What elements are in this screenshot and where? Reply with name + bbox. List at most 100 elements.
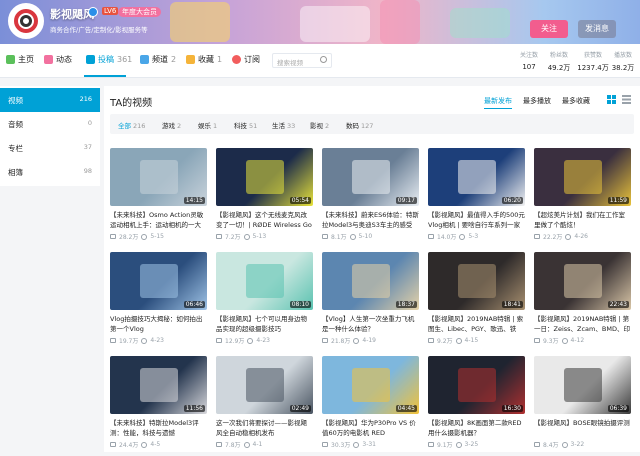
video-title[interactable]: 这一次我们将要探讨——影视飓风全自动稳相机发布 (216, 418, 313, 438)
video-title[interactable]: 【影视飓风】七个可以用身边物品实现的超级摄影技巧 (216, 314, 313, 334)
video-thumbnail[interactable]: 02:49 (216, 356, 313, 414)
message-button[interactable]: 发消息 (578, 20, 616, 38)
video-thumbnail[interactable]: 18:37 (322, 252, 419, 310)
video-card[interactable]: 11:59 【超炫美片计划】我们在工作室里做了个酷炫！ 22.2万 4-26 (534, 148, 631, 248)
thumbnail-subject (458, 160, 496, 194)
video-title[interactable]: 【影视飓风】这个无线麦克风改变了一切！| RØDE Wireless Go (216, 210, 313, 230)
filter-tech[interactable]: 科技 51 (234, 120, 257, 130)
avatar[interactable] (8, 3, 44, 39)
filter-game[interactable]: 游戏 2 (162, 120, 181, 130)
video-duration: 11:56 (183, 405, 205, 412)
tab-favorites[interactable]: 收藏 1 (186, 54, 222, 65)
video-thumbnail[interactable]: 06:20 (428, 148, 525, 206)
video-card[interactable]: 11:56 【未来科技】特斯拉Model3评测：性能，科技与遗憾 24.4万 4-5 (110, 356, 207, 456)
sidebar-item-audio[interactable]: 音频 0 (0, 112, 100, 136)
upload-date: 4-5 (150, 441, 161, 448)
filter-count: 1 (213, 122, 218, 130)
video-card[interactable]: 14:15 【未来科技】Osmo Action灵敏运动相机上手：运动相机的一大步 2… (110, 148, 207, 248)
video-thumbnail[interactable]: 11:56 (110, 356, 207, 414)
video-title[interactable]: 【未来科技】蔚来ES6体验：特斯拉Model3与奥迪S3车主的感受 (322, 210, 419, 230)
video-title[interactable]: 【Vlog】人生第一次坐重力飞机是一种什么体验？ (322, 314, 419, 334)
video-title[interactable]: 【超炫美片计划】我们在工作室里做了个酷炫！ (534, 210, 631, 230)
video-thumbnail[interactable]: 06:46 (110, 252, 207, 310)
video-thumbnail[interactable]: 06:39 (534, 356, 631, 414)
follow-button[interactable]: 关注 (530, 20, 568, 38)
video-card[interactable]: 02:49 这一次我们将要探讨——影视飓风全自动稳相机发布 7.8万 4-1 (216, 356, 313, 456)
video-title[interactable]: 【影视飓风】2019NAB特辑 | 索图生、Libec、PGY、歌迅、铁头、罗 (428, 314, 525, 334)
filter-digital[interactable]: 数码 127 (346, 120, 373, 130)
video-card[interactable]: 09:17 【未来科技】蔚来ES6体验：特斯拉Model3与奥迪S3车主的感受 8.… (322, 148, 419, 248)
upload-date: 4-19 (362, 337, 376, 344)
play-count-icon (534, 442, 540, 447)
video-card[interactable]: 05:54 【影视飓风】这个无线麦克风改变了一切！| RØDE Wireless … (216, 148, 313, 248)
filter-all[interactable]: 全部 216 (118, 120, 145, 130)
video-thumbnail[interactable]: 22:43 (534, 252, 631, 310)
sidebar-item-label: 音频 (8, 120, 23, 129)
play-count-icon (216, 442, 222, 447)
profile-nav: 主页 动态 投稿 361 频道 2 收藏 1 订阅 搜索视频 关注数 107 粉… (0, 44, 640, 78)
video-card[interactable]: 18:37 【Vlog】人生第一次坐重力飞机是一种什么体验？ 21.8万 4-19 (322, 252, 419, 352)
tab-dynamic[interactable]: 动态 (44, 54, 72, 65)
video-thumbnail[interactable]: 05:54 (216, 148, 313, 206)
video-title[interactable]: 【影视飓风】2019NAB特辑 | 第一日：Zeiss、Zcam、BMD、印造 (534, 314, 631, 334)
video-card[interactable]: 18:41 【影视飓风】2019NAB特辑 | 索图生、Libec、PGY、歌迅、… (428, 252, 525, 352)
thumbnail-subject (246, 368, 284, 402)
search-icon[interactable] (320, 56, 327, 63)
video-title[interactable]: 【影视飓风】8K画面第二款RED用什么摄影机器？ (428, 418, 525, 438)
sidebar-item-articles[interactable]: 专栏 37 (0, 136, 100, 160)
play-count-icon (322, 338, 328, 343)
video-card[interactable]: 22:43 【影视飓风】2019NAB特辑 | 第一日：Zeiss、Zcam、BM… (534, 252, 631, 352)
sidebar-item-video[interactable]: 视频 216 (0, 88, 100, 112)
play-count: 14.0万 (437, 234, 457, 241)
video-title[interactable]: 【影视飓风】BOSE眼镜拍摄评测 (534, 418, 631, 438)
video-card[interactable]: 06:39 【影视飓风】BOSE眼镜拍摄评测 8.4万 3-22 (534, 356, 631, 456)
video-card[interactable]: 06:46 Vlog拍摄技巧大揭秘：如何拍出第一个Vlog 19.7万 4-23 (110, 252, 207, 352)
sort-latest[interactable]: 最新发布 (484, 96, 512, 109)
video-thumbnail[interactable]: 09:17 (322, 148, 419, 206)
upload-date: 4-15 (464, 337, 479, 344)
upload-date: 4-26 (574, 233, 588, 240)
sidebar-item-count: 216 (79, 95, 92, 103)
filter-entertainment[interactable]: 娱乐 1 (198, 120, 217, 130)
play-count-icon (428, 442, 434, 447)
video-title[interactable]: 【未来科技】特斯拉Model3评测：性能，科技与遗憾 (110, 418, 207, 438)
tab-label: 主页 (18, 55, 34, 64)
grid-view-icon[interactable] (607, 95, 616, 104)
clock-icon (561, 337, 568, 344)
sort-most-favorited[interactable]: 最多收藏 (562, 96, 590, 106)
video-card[interactable]: 08:10 【影视飓风】七个可以用身边物品实现的超级摄影技巧 12.9万 4-23 (216, 252, 313, 352)
video-title[interactable]: 【影视飓风】最值得入手的500元Vlog相机 | 要啥自行车系列一家尼 (428, 210, 525, 230)
filter-film[interactable]: 影视 2 (310, 120, 329, 130)
filter-life[interactable]: 生活 33 (272, 120, 295, 130)
video-title[interactable]: 【影视飓风】华为P30Pro VS 价值60万的电影机 RED MONSTRO … (322, 418, 419, 438)
list-view-icon[interactable] (622, 95, 631, 104)
video-thumbnail[interactable]: 16:30 (428, 356, 525, 414)
video-thumbnail[interactable]: 08:10 (216, 252, 313, 310)
video-thumbnail[interactable]: 18:41 (428, 252, 525, 310)
sidebar-item-albums[interactable]: 相簿 98 (0, 160, 100, 184)
video-title[interactable]: 【未来科技】Osmo Action灵敏运动相机上手：运动相机的一大步 (110, 210, 207, 230)
stat-following[interactable]: 关注数 107 (512, 50, 546, 71)
username[interactable]: 影视飓风 (50, 6, 94, 22)
play-count-icon (534, 338, 540, 343)
video-duration: 06:20 (501, 197, 523, 204)
video-card[interactable]: 16:30 【影视飓风】8K画面第二款RED用什么摄影机器？ 9.1万 3-25 (428, 356, 525, 456)
play-count-icon (110, 442, 116, 447)
sort-most-played[interactable]: 最多播放 (523, 96, 551, 106)
tab-submissions[interactable]: 投稿 361 (86, 54, 132, 65)
video-card[interactable]: 04:45 【影视飓风】华为P30Pro VS 价值60万的电影机 RED MON… (322, 356, 419, 456)
video-list-panel: TA的视频 最新发布 最多播放 最多收藏 全部 216 游戏 2 娱乐 1 科技 51 … (104, 86, 640, 452)
video-thumbnail[interactable]: 04:45 (322, 356, 419, 414)
tab-subscriptions[interactable]: 订阅 (232, 54, 260, 65)
video-meta: 30.3万 3-31 (322, 440, 376, 449)
video-thumbnail[interactable]: 11:59 (534, 148, 631, 206)
tab-home[interactable]: 主页 (6, 54, 34, 65)
stat-fans[interactable]: 粉丝数 49.2万 (542, 50, 576, 73)
video-thumbnail[interactable]: 14:15 (110, 148, 207, 206)
video-meta: 21.8万 4-19 (322, 336, 376, 345)
video-title[interactable]: Vlog拍摄技巧大揭秘：如何拍出第一个Vlog (110, 314, 207, 334)
tab-channels[interactable]: 频道 2 (140, 54, 176, 65)
play-count: 12.9万 (225, 338, 245, 345)
video-card[interactable]: 06:20 【影视飓风】最值得入手的500元Vlog相机 | 要啥自行车系列一家尼… (428, 148, 525, 248)
clock-icon (141, 441, 148, 448)
